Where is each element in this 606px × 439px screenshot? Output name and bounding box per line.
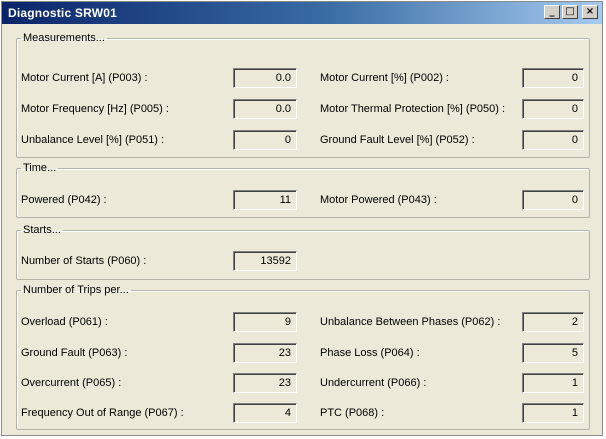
motor-current-a-label: Motor Current [A] (P003) : — [21, 72, 148, 84]
number-of-starts-value: 13592 — [233, 251, 297, 271]
minimize-button[interactable]: _ — [544, 5, 560, 19]
close-button[interactable]: × — [582, 5, 598, 19]
window-title: Diagnostic SRW01 — [8, 6, 118, 20]
undercurrent-value: 1 — [522, 373, 584, 393]
ground-fault-level-value: 0 — [522, 130, 584, 150]
motor-current-pct-label: Motor Current [%] (P002) : — [320, 72, 449, 84]
unbalance-between-phases-label: Unbalance Between Phases (P062) : — [320, 316, 501, 328]
unbalance-level-label: Unbalance Level [%] (P051) : — [21, 134, 165, 146]
phase-loss-label: Phase Loss (P064) : — [320, 347, 420, 359]
overcurrent-value: 23 — [233, 373, 297, 393]
motor-thermal-protection-value: 0 — [522, 99, 584, 119]
measurements-group-title: Measurements... — [23, 32, 105, 44]
unbalance-between-phases-value: 2 — [522, 312, 584, 332]
frequency-out-of-range-value: 4 — [233, 403, 297, 423]
undercurrent-label: Undercurrent (P066) : — [320, 377, 427, 389]
unbalance-level-value: 0 — [233, 130, 297, 150]
powered-value: 11 — [233, 190, 297, 210]
overload-label: Overload (P061) : — [21, 316, 108, 328]
overcurrent-label: Overcurrent (P065) : — [21, 377, 122, 389]
ground-fault-level-label: Ground Fault Level [%] (P052) : — [320, 134, 475, 146]
motor-thermal-protection-label: Motor Thermal Protection [%] (P050) : — [320, 103, 506, 115]
powered-label: Powered (P042) : — [21, 194, 107, 206]
title-bar[interactable]: Diagnostic SRW01 _ □ × — [2, 2, 602, 24]
starts-group: Starts... — [16, 224, 590, 280]
motor-powered-label: Motor Powered (P043) : — [320, 194, 437, 206]
ptc-value: 1 — [522, 403, 584, 423]
frequency-out-of-range-label: Frequency Out of Range (P067) : — [21, 407, 184, 419]
motor-current-pct-value: 0 — [522, 68, 584, 88]
motor-frequency-value: 0.0 — [233, 99, 297, 119]
phase-loss-value: 5 — [522, 343, 584, 363]
trips-group-title: Number of Trips per... — [23, 284, 129, 296]
diagnostic-window: Diagnostic SRW01 _ □ × Measurements... M… — [1, 1, 603, 436]
time-group: Time... — [16, 162, 590, 218]
time-group-title: Time... — [23, 162, 57, 174]
starts-group-title: Starts... — [23, 224, 61, 236]
ptc-label: PTC (P068) : — [320, 407, 385, 419]
number-of-starts-label: Number of Starts (P060) : — [21, 255, 147, 267]
overload-value: 9 — [233, 312, 297, 332]
maximize-button[interactable]: □ — [562, 5, 578, 19]
motor-frequency-label: Motor Frequency [Hz] (P005) : — [21, 103, 169, 115]
window-controls: _ □ × — [544, 5, 598, 19]
ground-fault-value: 23 — [233, 343, 297, 363]
ground-fault-label: Ground Fault (P063) : — [21, 347, 128, 359]
motor-powered-value: 0 — [522, 190, 584, 210]
motor-current-a-value: 0.0 — [233, 68, 297, 88]
